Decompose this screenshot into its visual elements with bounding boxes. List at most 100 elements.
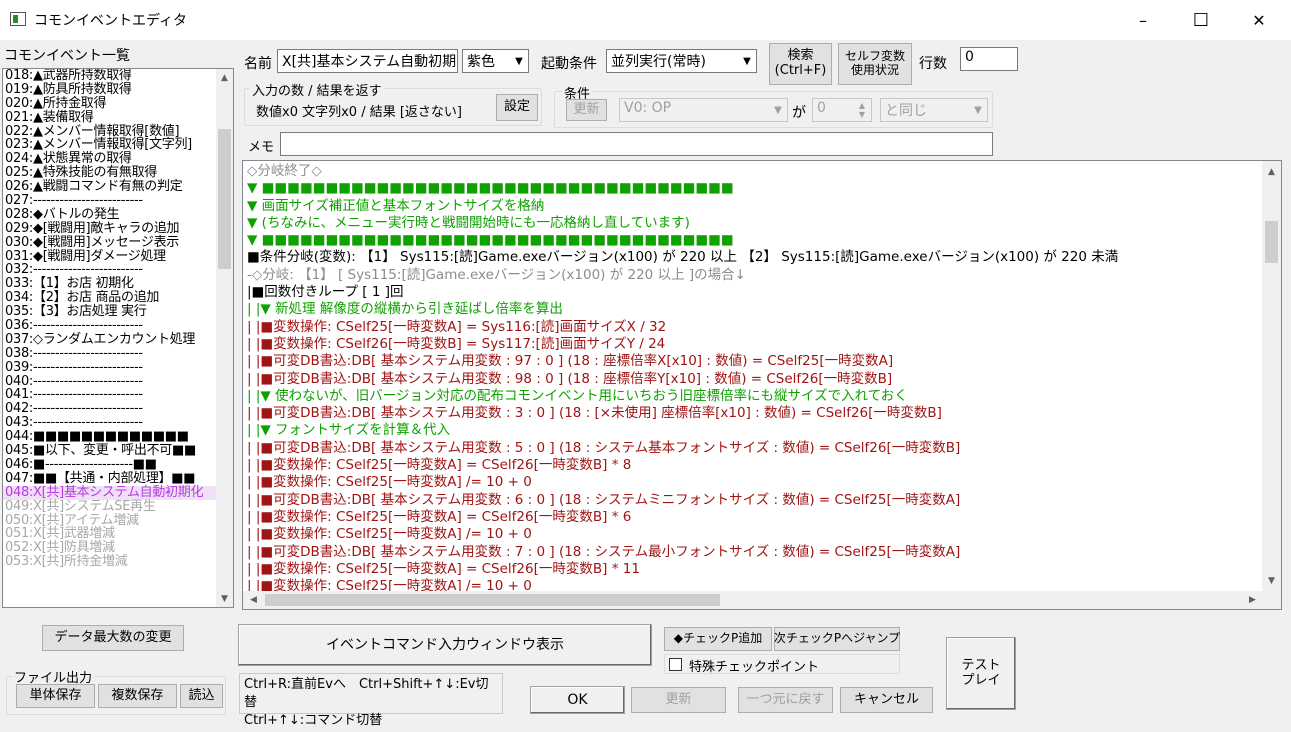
maximize-icon[interactable]: ☐ xyxy=(1172,0,1230,40)
event-list-item[interactable]: 021:▲装備取得 xyxy=(3,110,233,125)
command-input-window-button[interactable]: イベントコマンド入力ウィンドウ表示 xyxy=(238,624,652,666)
event-list-item[interactable]: 030:◆[戦闘用]メッセージ表示 xyxy=(3,235,233,250)
command-line[interactable]: | |■可変DB書込:DB[ 基本システム用変数 : 98 : 0 ] (18 … xyxy=(243,371,1281,388)
event-list-item[interactable]: 048:X[共]基本システム自動初期化 xyxy=(3,485,233,500)
event-list-item[interactable]: 028:◆バトルの発生 xyxy=(3,207,233,222)
undo-button[interactable]: 一つ元に戻す xyxy=(738,687,833,713)
command-line[interactable]: ◇分岐終了◇ xyxy=(243,163,1281,180)
command-line[interactable]: | |■変数操作: CSelf25[一時変数A] = CSelf26[一時変数B… xyxy=(243,509,1281,526)
next-checkpoint-button[interactable]: 次チェックPへジャンプ xyxy=(774,627,900,651)
ok-button[interactable]: OK xyxy=(530,686,625,714)
name-input[interactable]: X[共]基本システム自動初期化 xyxy=(277,49,458,73)
event-list-item[interactable]: 029:◆[戦闘用]敵キャラの追加 xyxy=(3,221,233,236)
command-line[interactable]: ▼ ■■■■■■■■■■■■■■■■■■■■■■■■■■■■■■■■■■■■■ xyxy=(243,232,1281,249)
condition-number-stepper[interactable]: 0 ▲ ▼ xyxy=(812,98,872,122)
command-line[interactable]: ■条件分岐(変数): 【1】 Sys115:[読]Game.exeバージョン(x… xyxy=(243,249,1281,266)
command-line[interactable]: | |■変数操作: CSelf26[一時変数B] = Sys117:[読]画面サ… xyxy=(243,336,1281,353)
scroll-up-icon[interactable]: ▲ xyxy=(216,69,233,86)
event-list-item[interactable]: 047:■■【共通・内部処理】■■ xyxy=(3,471,233,486)
load-button[interactable]: 読込 xyxy=(180,684,223,708)
command-line[interactable]: | |▼ 新処理 解像度の縦横から引き延ばし倍率を算出 xyxy=(243,301,1281,318)
command-line[interactable]: | |■変数操作: CSelf25[一時変数A] /= 10 + 0 xyxy=(243,526,1281,543)
line-count-input[interactable]: 0 xyxy=(960,47,1018,71)
command-line[interactable]: | |■変数操作: CSelf25[一時変数A] = Sys116:[読]画面サ… xyxy=(243,319,1281,336)
io-settings-button[interactable]: 設定 xyxy=(496,94,538,121)
event-list-item[interactable]: 045:■以下、変更・呼出不可■■ xyxy=(3,444,233,458)
chevron-down-icon[interactable]: ▼ xyxy=(510,50,528,72)
command-vscrollbar[interactable]: ▲ ▼ xyxy=(1262,161,1281,591)
command-line[interactable]: | |■変数操作: CSelf25[一時変数A] = CSelf26[一時変数B… xyxy=(243,457,1281,474)
event-list-item[interactable]: 019:▲防具所持数取得 xyxy=(3,82,233,97)
command-line[interactable]: ▼ (ちなみに、メニュー実行時と戦闘開始時にも一応格納し直しています) xyxy=(243,215,1281,232)
chevron-down-icon[interactable]: ▼ xyxy=(769,99,787,121)
event-list-item[interactable]: 039:------------------------- xyxy=(3,360,233,375)
event-command-list[interactable]: ◇分岐終了◇ ▼ ■■■■■■■■■■■■■■■■■■■■■■■■■■■■■■■■… xyxy=(242,160,1282,610)
scroll-down-icon[interactable]: ▼ xyxy=(1263,572,1280,589)
command-hscrollbar[interactable]: ◀ ▶ xyxy=(243,591,1263,609)
single-save-button[interactable]: 単体保存 xyxy=(16,684,95,708)
scroll-thumb[interactable] xyxy=(218,129,231,269)
minimize-icon[interactable]: – xyxy=(1114,0,1172,40)
scroll-right-icon[interactable]: ▶ xyxy=(1244,591,1261,608)
scroll-thumb-horizontal[interactable] xyxy=(265,594,720,606)
close-icon[interactable]: ✕ xyxy=(1230,0,1288,40)
test-play-button[interactable]: テスト プレイ xyxy=(946,637,1016,710)
event-list-item[interactable]: 037:◇ランダムエンカウント処理 xyxy=(3,332,233,347)
special-checkpoint-checkbox[interactable] xyxy=(669,658,682,671)
command-line[interactable]: ▼ 画面サイズ補正値と基本フォントサイズを格納 xyxy=(243,198,1281,215)
color-select[interactable]: 紫色 ▼ xyxy=(462,49,529,73)
command-line[interactable]: |■回数付きループ [ 1 ]回 xyxy=(243,284,1281,301)
add-checkpoint-button[interactable]: ◆チェックP追加 xyxy=(664,627,772,651)
event-list-item[interactable]: 038:------------------------- xyxy=(3,346,233,361)
data-max-change-button[interactable]: データ最大数の変更 xyxy=(42,625,184,651)
event-list-item[interactable]: 036:------------------------- xyxy=(3,319,233,333)
chevron-down-icon[interactable]: ▼ xyxy=(969,99,987,121)
memo-input[interactable] xyxy=(280,132,993,156)
event-list-item[interactable]: 031:◆[戦闘用]ダメージ処理 xyxy=(3,249,233,264)
trigger-select[interactable]: 並列実行(常時) ▼ xyxy=(606,49,757,73)
event-list-item[interactable]: 053:X[共]所持金増減 xyxy=(3,555,233,569)
command-line[interactable]: | |■可変DB書込:DB[ 基本システム用変数 : 3 : 0 ] (18 :… xyxy=(243,405,1281,422)
event-list-item[interactable]: 043:------------------------- xyxy=(3,416,233,430)
event-list-item[interactable]: 042:------------------------- xyxy=(3,402,233,416)
scroll-up-icon[interactable]: ▲ xyxy=(1263,163,1280,180)
cancel-button[interactable]: キャンセル xyxy=(840,687,933,713)
stepper-arrows-icon[interactable]: ▲ ▼ xyxy=(853,99,871,121)
chevron-down-icon[interactable]: ▼ xyxy=(738,50,756,72)
scroll-left-icon[interactable]: ◀ xyxy=(245,591,262,608)
command-line[interactable]: | |▼ フォントサイズを計算＆代入 xyxy=(243,422,1281,439)
color-select-value: 紫色 xyxy=(467,54,495,70)
command-line[interactable]: ▼ ■■■■■■■■■■■■■■■■■■■■■■■■■■■■■■■■■■■■■ xyxy=(243,180,1281,197)
event-list[interactable]: 018:▲武器所持数取得 019:▲防具所持数取得 020:▲所持金取得 021:▲装… xyxy=(2,68,234,608)
condition-compare-select[interactable]: と同じ ▼ xyxy=(880,98,988,122)
command-line[interactable]: | |■可変DB書込:DB[ 基本システム用変数 : 5 : 0 ] (18 :… xyxy=(243,440,1281,457)
event-list-item[interactable]: 046:■--------------------■■ xyxy=(3,457,233,472)
self-variable-usage-button[interactable]: セルフ変数 使用状況 xyxy=(838,43,912,85)
event-list-scrollbar[interactable]: ▲ ▼ xyxy=(216,69,233,607)
event-list-item[interactable]: 018:▲武器所持数取得 xyxy=(3,69,233,83)
event-list-item[interactable]: 035:【3】お店処理 実行 xyxy=(3,305,233,319)
update-button[interactable]: 更新 xyxy=(631,687,726,713)
command-line[interactable]: -◇分岐: 【1】 [ Sys115:[読]Game.exeバージョン(x100… xyxy=(243,267,1281,284)
multi-save-button[interactable]: 複数保存 xyxy=(98,684,177,708)
event-list-item[interactable]: 044:■■■■■■■■■■■■■ xyxy=(3,430,233,444)
command-line[interactable]: | |■可変DB書込:DB[ 基本システム用変数 : 7 : 0 ] (18 :… xyxy=(243,544,1281,561)
command-line[interactable]: | |■変数操作: CSelf25[一時変数A] /= 10 + 0 xyxy=(243,474,1281,491)
event-list-item[interactable]: 026:▲戦闘コマンド有無の判定 xyxy=(3,180,233,194)
event-list-item[interactable]: 027:------------------------- xyxy=(3,194,233,208)
condition-update-button[interactable]: 更新 xyxy=(566,99,607,121)
scroll-down-icon[interactable]: ▼ xyxy=(216,590,233,607)
event-list-item[interactable]: 041:------------------------- xyxy=(3,388,233,402)
event-list-item[interactable]: 025:▲特殊技能の有無取得 xyxy=(3,166,233,180)
search-button[interactable]: 検索 (Ctrl+F) xyxy=(769,43,832,85)
command-line[interactable]: | |■可変DB書込:DB[ 基本システム用変数 : 6 : 0 ] (18 :… xyxy=(243,492,1281,509)
event-list-item[interactable]: 020:▲所持金取得 xyxy=(3,96,233,111)
scroll-thumb[interactable] xyxy=(1265,221,1278,263)
command-line[interactable]: | |▼ 使わないが、旧バージョン対応の配布コモンイベント用にいちおう旧座標倍率… xyxy=(243,388,1281,405)
event-list-item[interactable]: 032:------------------------- xyxy=(3,263,233,277)
command-line[interactable]: | |■可変DB書込:DB[ 基本システム用変数 : 97 : 0 ] (18 … xyxy=(243,353,1281,370)
condition-variable-select[interactable]: V0: OP ▼ xyxy=(619,98,788,122)
command-line[interactable]: | |■変数操作: CSelf25[一時変数A] = CSelf26[一時変数B… xyxy=(243,561,1281,578)
event-list-item[interactable]: 040:------------------------- xyxy=(3,374,233,389)
event-list-item[interactable]: 049:X[共]システムSE再生 xyxy=(3,499,233,514)
